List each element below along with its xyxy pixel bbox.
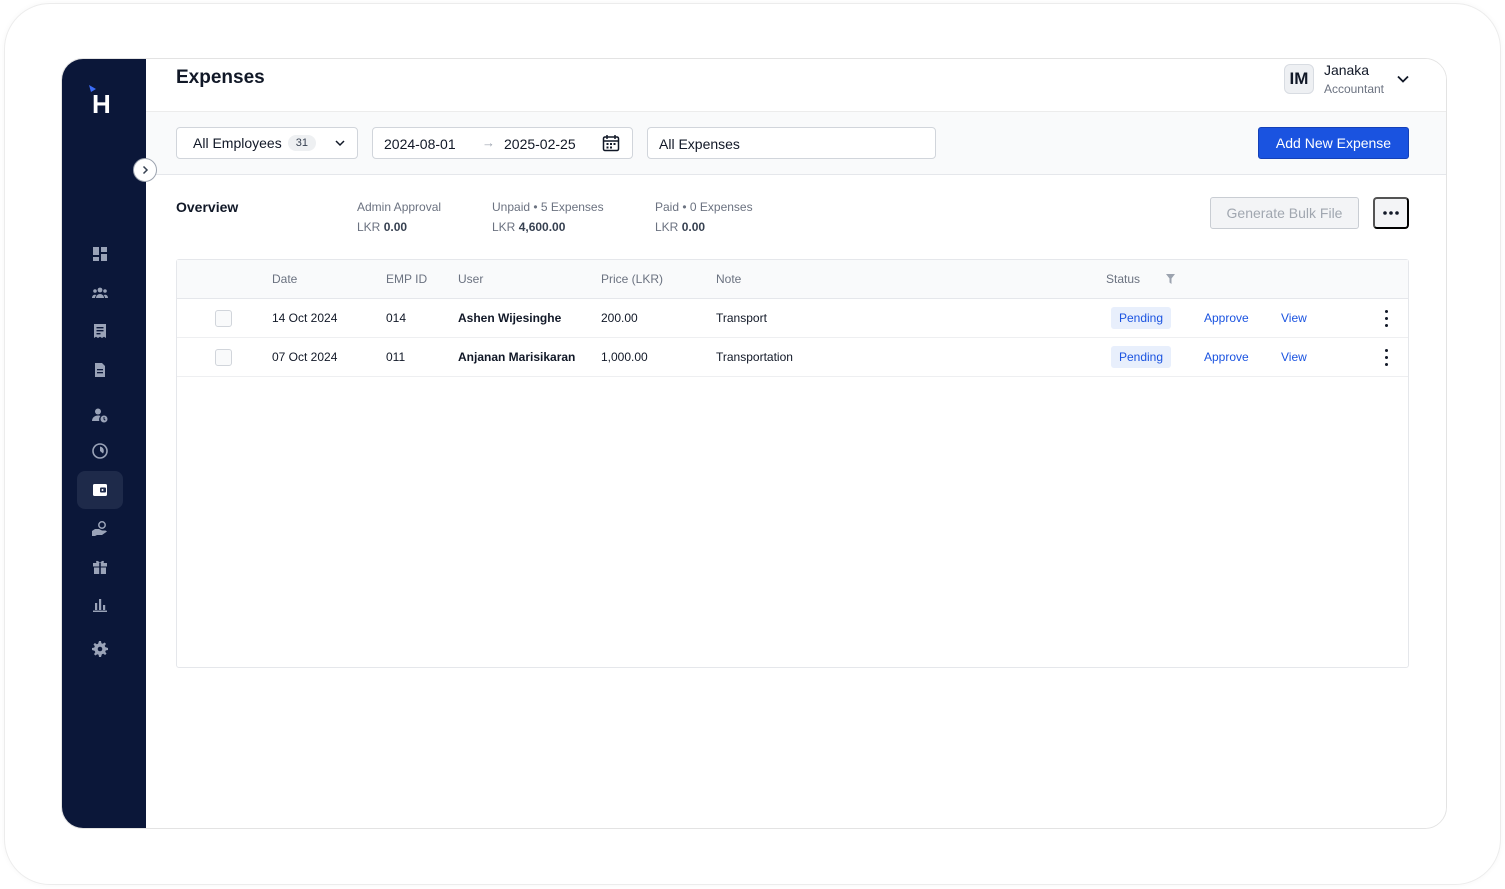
chevron-right-icon: [142, 165, 149, 175]
table-row[interactable]: 07 Oct 2024 011 Anjanan Marisikaran 1,00…: [177, 338, 1408, 377]
hand-coin-icon[interactable]: [88, 516, 112, 540]
column-header-price[interactable]: Price (LKR): [601, 272, 663, 286]
document-icon[interactable]: [88, 358, 112, 382]
team-icon[interactable]: [88, 281, 112, 305]
date-from[interactable]: 2024-08-01: [384, 136, 456, 152]
cell-emp-id: 014: [386, 311, 407, 325]
chevron-down-icon: [335, 140, 345, 147]
user-info: Janaka Accountant: [1324, 62, 1384, 96]
cell-user: Anjanan Marisikaran: [458, 350, 576, 364]
app-window: H Expenses IM Janaka Accountant All Empl…: [61, 58, 1447, 829]
cell-emp-id: 011: [386, 350, 406, 364]
expenses-table: Date EMP ID User Price (LKR) Note Status…: [176, 259, 1409, 668]
stat-value: LKR 0.00: [357, 220, 408, 234]
table-row[interactable]: 14 Oct 2024 014 Ashen Wijesinghe 200.00 …: [177, 299, 1408, 338]
status-badge: Pending: [1111, 346, 1171, 368]
row-checkbox[interactable]: [215, 310, 232, 327]
overview-title: Overview: [176, 199, 239, 215]
more-horizontal-icon: [1383, 211, 1399, 215]
date-range-picker[interactable]: 2024-08-01 → 2025-02-25: [372, 127, 633, 159]
calendar-icon[interactable]: [602, 134, 620, 152]
column-header-user[interactable]: User: [458, 272, 483, 286]
date-arrow: →: [482, 135, 495, 150]
generate-bulk-file-button[interactable]: Generate Bulk File: [1210, 197, 1359, 229]
expense-type-select[interactable]: All Expenses: [647, 127, 936, 159]
logo[interactable]: H: [89, 85, 117, 119]
stat-label: Unpaid • 5 Expenses: [492, 200, 604, 214]
cell-date: 07 Oct 2024: [272, 350, 338, 364]
cell-note: Transportation: [716, 350, 793, 364]
user-clock-icon[interactable]: [88, 403, 112, 427]
cell-user: Ashen Wijesinghe: [458, 311, 562, 325]
stat-value: LKR 4,600.00: [492, 220, 566, 234]
gift-icon[interactable]: [88, 555, 112, 579]
row-menu-icon[interactable]: [1381, 310, 1391, 327]
view-link[interactable]: View: [1281, 350, 1307, 364]
column-header-date[interactable]: Date: [272, 272, 297, 286]
more-options-button[interactable]: [1373, 197, 1409, 229]
user-menu[interactable]: IM Janaka Accountant: [1283, 62, 1410, 96]
user-name: Janaka: [1323, 62, 1370, 78]
column-header-note[interactable]: Note: [716, 272, 741, 286]
clock-icon[interactable]: [88, 439, 112, 463]
stat-label: Admin Approval: [357, 200, 442, 214]
receipt-icon[interactable]: [88, 319, 112, 343]
stat-unpaid: Unpaid • 5 Expenses LKR 4,600.00: [492, 200, 604, 234]
employee-select[interactable]: All Employees 31: [176, 127, 358, 159]
approve-link[interactable]: Approve: [1204, 311, 1249, 325]
dashboard-icon[interactable]: [88, 242, 112, 266]
column-header-status[interactable]: Status: [1106, 272, 1140, 286]
settings-icon[interactable]: [88, 637, 112, 661]
column-header-emp-id[interactable]: EMP ID: [386, 272, 427, 286]
main-content: Expenses IM Janaka Accountant All Employ…: [146, 59, 1446, 828]
page-title: Expenses: [176, 67, 265, 88]
user-role: Accountant: [1323, 82, 1384, 96]
chart-icon[interactable]: [88, 593, 112, 617]
row-menu-icon[interactable]: [1381, 349, 1391, 366]
status-badge: Pending: [1111, 307, 1171, 329]
view-link[interactable]: View: [1281, 311, 1307, 325]
cell-date: 14 Oct 2024: [272, 311, 338, 325]
stat-admin-approval: Admin Approval LKR 0.00: [357, 200, 441, 234]
page-header: Expenses IM Janaka Accountant: [146, 59, 1446, 111]
approve-link[interactable]: Approve: [1204, 350, 1249, 364]
date-to[interactable]: 2025-02-25: [504, 136, 576, 152]
filter-bar: All Employees 31 2024-08-01 → 2025-02-25…: [146, 111, 1446, 175]
filter-icon[interactable]: [1166, 274, 1175, 284]
add-new-expense-button[interactable]: Add New Expense: [1258, 127, 1409, 159]
employee-select-label: All Employees: [193, 135, 282, 151]
employee-count-badge: 31: [287, 135, 316, 151]
cell-note: Transport: [716, 311, 767, 325]
cell-price: 1,000.00: [601, 350, 648, 364]
stat-paid: Paid • 0 Expenses LKR 0.00: [655, 200, 753, 234]
avatar: IM: [1283, 64, 1314, 94]
row-checkbox[interactable]: [215, 349, 232, 366]
logo-letter: H: [92, 89, 111, 115]
table-header: Date EMP ID User Price (LKR) Note Status: [177, 260, 1408, 299]
sidebar-expand-button[interactable]: [133, 158, 157, 182]
cell-price: 200.00: [601, 311, 638, 325]
stat-value: LKR 0.00: [655, 220, 706, 234]
wallet-icon[interactable]: [88, 478, 112, 502]
stat-label: Paid • 0 Expenses: [655, 200, 753, 214]
chevron-down-icon: [1397, 75, 1409, 83]
